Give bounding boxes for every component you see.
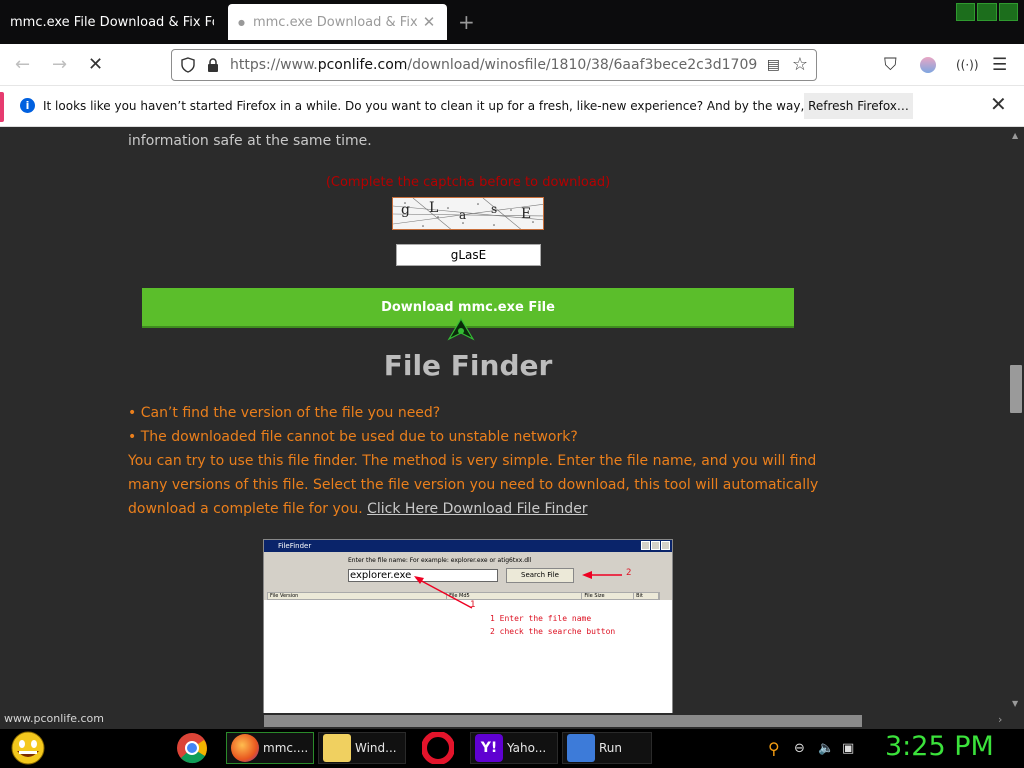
chrome-taskbar-icon[interactable]	[176, 732, 208, 764]
url-bar[interactable]: https://www.pconlife.com/download/winosf…	[171, 49, 817, 81]
minimize-button[interactable]	[956, 3, 976, 21]
search-icon[interactable]: ⚲	[768, 739, 780, 758]
volume-icon[interactable]: 🔈	[818, 741, 834, 756]
tab-title: mmc.exe Download & Fix For W	[252, 14, 417, 30]
start-button[interactable]	[8, 731, 48, 765]
notification-message: It looks like you haven’t started Firefo…	[43, 99, 899, 113]
tracking-shield-icon[interactable]	[180, 57, 196, 73]
file-finder-heading: File Finder	[383, 349, 553, 382]
paragraph-text: download a complete file for you.	[128, 501, 363, 517]
loading-dot-icon: ●	[238, 17, 245, 27]
tab-active[interactable]: ● mmc.exe Download & Fix For W ✕	[228, 4, 447, 40]
task-run[interactable]: Run	[562, 732, 652, 764]
url-path: /download/winosfile/1810/38/6aaf3bece2c3…	[407, 57, 758, 73]
captcha-image: g L a s E	[392, 197, 544, 230]
close-icon[interactable]: ✕	[990, 92, 1007, 116]
task-label: mmc....	[263, 741, 309, 755]
tab-strip: mmc.exe File Download & Fix For All ● mm…	[0, 0, 1024, 44]
busy-cursor-icon	[447, 317, 475, 341]
screenshot-note: 2 check the searche button	[490, 627, 616, 636]
close-window-button[interactable]	[998, 3, 1018, 21]
new-tab-button[interactable]: +	[458, 10, 475, 34]
screenshot-note: 1 Enter the file name	[490, 614, 592, 623]
task-firefox[interactable]: mmc....	[226, 732, 314, 764]
back-arrow-icon[interactable]: ←	[15, 54, 30, 75]
taskbar: mmc.... Wind... Y! Yaho... Run ⚲ ⊖ 🔈 ▣ 3…	[0, 729, 1024, 768]
account-icon[interactable]	[920, 57, 936, 73]
firefox-icon	[231, 734, 259, 762]
opera-icon	[422, 732, 454, 764]
vertical-scrollbar[interactable]: ▲ ▼	[1008, 127, 1024, 713]
screenshot-label: 1	[470, 600, 476, 610]
url-text[interactable]: https://www.pconlife.com/download/winosf…	[230, 57, 758, 73]
menu-hamburger-icon[interactable]: ☰	[992, 55, 1007, 75]
captcha-char: s	[491, 202, 498, 216]
refresh-firefox-button[interactable]: Refresh Firefox…	[804, 93, 913, 119]
url-prefix: https://www.	[230, 57, 318, 73]
task-windows-explorer[interactable]: Wind...	[318, 732, 406, 764]
paragraph-line: You can try to use this file finder. The…	[128, 453, 817, 469]
paragraph-line: many versions of this file. Select the f…	[128, 477, 819, 493]
task-label: Run	[599, 741, 623, 755]
captcha-char: g	[401, 202, 410, 218]
lock-icon[interactable]	[206, 57, 220, 73]
navigation-bar: ← → ✕ https://www.pconlife.com/download/…	[0, 44, 1024, 86]
bookmark-star-icon[interactable]: ☆	[792, 54, 808, 75]
bullet-text: • The downloaded file cannot be used due…	[128, 429, 578, 445]
stop-loading-icon[interactable]: ✕	[88, 54, 103, 75]
paragraph-line: download a complete file for you. Click …	[128, 497, 588, 521]
task-yahoo[interactable]: Y! Yaho...	[470, 732, 558, 764]
extension-icon[interactable]: ((·))	[956, 58, 979, 72]
captcha-input[interactable]	[396, 244, 541, 266]
reader-view-icon[interactable]: ▤	[767, 57, 780, 73]
scrollbar-thumb[interactable]	[1010, 365, 1022, 413]
minus-circle-icon[interactable]: ⊖	[794, 741, 805, 756]
screenshot-label: 2	[626, 568, 632, 578]
intro-text: information safe at the same time.	[128, 133, 372, 149]
captcha-warning: (Complete the captcha before to download…	[325, 175, 611, 190]
task-label: Yaho...	[507, 741, 547, 755]
network-icon[interactable]: ▣	[842, 741, 854, 756]
yahoo-icon: Y!	[475, 734, 503, 762]
status-url: www.pconlife.com	[0, 710, 108, 728]
tab-mmc-download-fix[interactable]: mmc.exe File Download & Fix For All	[0, 4, 224, 40]
url-domain: pconlife.com	[317, 57, 408, 73]
captcha-char: a	[459, 208, 467, 222]
scrollbar-thumb[interactable]	[264, 715, 862, 727]
web-page: information safe at the same time. (Comp…	[0, 127, 1008, 713]
scroll-up-icon[interactable]: ▲	[1012, 131, 1018, 140]
task-label: Wind...	[355, 741, 397, 755]
chrome-icon	[177, 733, 207, 764]
scroll-down-icon[interactable]: ▼	[1012, 699, 1018, 708]
tab-title: mmc.exe File Download & Fix For All	[10, 14, 214, 30]
forward-arrow-icon[interactable]: →	[52, 54, 67, 75]
captcha-char: L	[429, 200, 439, 216]
notification-accent	[0, 92, 4, 122]
scroll-right-icon[interactable]: ›	[998, 713, 1002, 726]
horizontal-scrollbar[interactable]: ›	[0, 713, 1024, 729]
pocket-icon[interactable]: ⛉	[884, 55, 897, 75]
run-icon	[567, 734, 595, 762]
folder-icon	[323, 734, 351, 762]
bullet-text: • Can’t find the version of the file you…	[128, 405, 441, 421]
file-finder-link[interactable]: Click Here Download File Finder	[367, 501, 587, 517]
file-finder-screenshot: FileFinder Enter the file name: For exam…	[263, 539, 673, 713]
smiley-start-icon	[11, 731, 45, 765]
info-icon: i	[20, 98, 35, 113]
opera-taskbar-icon[interactable]	[422, 732, 454, 764]
clock[interactable]: 3:25 PM	[885, 731, 994, 762]
window-controls	[956, 3, 1018, 21]
captcha-char: E	[521, 206, 532, 222]
close-tab-icon[interactable]: ✕	[421, 13, 437, 31]
refresh-firefox-notification: i It looks like you haven’t started Fire…	[0, 86, 1024, 127]
maximize-button[interactable]	[977, 3, 997, 21]
